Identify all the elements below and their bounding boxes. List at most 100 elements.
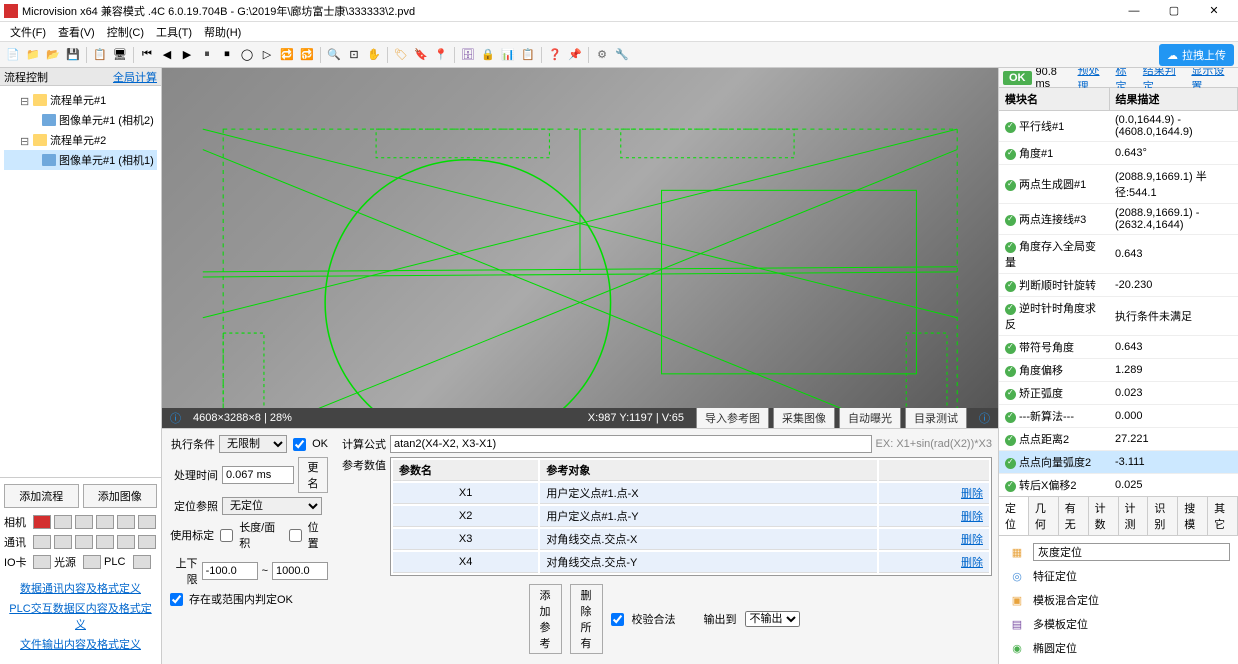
locate-item[interactable]: ▣模板混合定位 bbox=[1003, 588, 1234, 612]
result-table[interactable]: 模块名结果描述平行线#1(0.0,1644.9) - (4608.0,1644.… bbox=[999, 88, 1238, 496]
folder2-icon[interactable]: 📂 bbox=[44, 46, 62, 64]
tab[interactable]: 定位 bbox=[999, 497, 1029, 535]
list-icon[interactable]: 📋 bbox=[519, 46, 537, 64]
flow-tree[interactable]: ⊟流程单元#1图像单元#1 (相机2)⊟流程单元#2图像单元#1 (相机1) bbox=[0, 86, 161, 477]
config-link[interactable]: PLC交互数据区内容及格式定义 bbox=[4, 598, 157, 634]
add-flow-button[interactable]: 添加流程 bbox=[4, 484, 79, 508]
doc-icon[interactable]: 📋 bbox=[91, 46, 109, 64]
print-icon[interactable]: 🖥 bbox=[111, 46, 129, 64]
result-row[interactable]: 点点距离227.221 bbox=[999, 428, 1238, 451]
camera-swatch[interactable] bbox=[117, 515, 135, 529]
proc-time-input[interactable] bbox=[222, 466, 294, 484]
image-action-button[interactable]: 导入参考图 bbox=[696, 407, 769, 429]
tree-node-child[interactable]: 图像单元#1 (相机2) bbox=[4, 110, 157, 130]
result-row[interactable]: 逆时针时角度求反执行条件未满足 bbox=[999, 297, 1238, 336]
delete-link[interactable]: 删除 bbox=[961, 554, 983, 570]
image-action-button[interactable]: 自动曝光 bbox=[839, 407, 901, 429]
tab[interactable]: 有无 bbox=[1059, 497, 1089, 535]
check-valid-checkbox[interactable] bbox=[611, 613, 624, 626]
position-checkbox[interactable] bbox=[289, 529, 302, 542]
marker-icon[interactable]: 📌 bbox=[566, 46, 584, 64]
ok-checkbox[interactable] bbox=[293, 438, 306, 451]
camera-swatch[interactable] bbox=[75, 515, 93, 529]
result-row[interactable]: 角度存入全局变量0.643 bbox=[999, 235, 1238, 274]
help-icon[interactable]: ❓ bbox=[546, 46, 564, 64]
tab[interactable]: 几何 bbox=[1029, 497, 1059, 535]
rewind-icon[interactable]: ⏮ bbox=[138, 46, 156, 64]
expand-icon[interactable]: ⊟ bbox=[20, 135, 30, 145]
folder-icon[interactable]: 📁 bbox=[24, 46, 42, 64]
fit-icon[interactable]: ⊡ bbox=[345, 46, 363, 64]
drag-icon[interactable]: ✋ bbox=[365, 46, 383, 64]
param-row[interactable]: X1用户定义点#1.点-X删除 bbox=[393, 483, 989, 504]
result-row[interactable]: 带符号角度0.643 bbox=[999, 336, 1238, 359]
camera-swatch[interactable] bbox=[33, 515, 51, 529]
result-row[interactable]: 判断顺时针旋转-20.230 bbox=[999, 274, 1238, 297]
play2-icon[interactable]: ▷ bbox=[258, 46, 276, 64]
result-row[interactable]: 平行线#1(0.0,1644.9) - (4608.0,1644.9) bbox=[999, 111, 1238, 142]
upload-button[interactable]: ☁ 拉拽上传 bbox=[1159, 44, 1234, 66]
rename-button[interactable]: 更名 bbox=[298, 457, 328, 493]
loop-icon[interactable]: 🔁 bbox=[278, 46, 296, 64]
exec-cond-select[interactable]: 无限制 bbox=[219, 435, 287, 453]
chart-icon[interactable]: 📊 bbox=[499, 46, 517, 64]
light-swatch[interactable] bbox=[83, 555, 101, 569]
global-calc-link[interactable]: 全局计算 bbox=[113, 69, 157, 85]
result-row[interactable]: 两点连接线#3(2088.9,1669.1) - (2632.4,1644) bbox=[999, 204, 1238, 235]
result-row[interactable]: 角度#10.643° bbox=[999, 142, 1238, 165]
tab[interactable]: 搜模 bbox=[1178, 497, 1208, 535]
add-image-button[interactable]: 添加图像 bbox=[83, 484, 158, 508]
tab[interactable]: 计数 bbox=[1089, 497, 1119, 535]
len-area-checkbox[interactable] bbox=[220, 529, 233, 542]
locate-item[interactable]: ▤多模板定位 bbox=[1003, 612, 1234, 636]
result-row[interactable]: 点点向量弧度2-3.111 bbox=[999, 451, 1238, 474]
stop-icon[interactable]: ⏹ bbox=[218, 46, 236, 64]
delete-link[interactable]: 删除 bbox=[961, 485, 983, 501]
pause-icon[interactable]: ⏸ bbox=[198, 46, 216, 64]
menu-item[interactable]: 工具(T) bbox=[150, 22, 198, 42]
prev-icon[interactable]: ◀ bbox=[158, 46, 176, 64]
maximize-button[interactable]: ▢ bbox=[1154, 0, 1194, 22]
comm-swatch[interactable] bbox=[54, 535, 72, 549]
info2-icon[interactable]: ⓘ bbox=[979, 410, 990, 426]
locate-input[interactable] bbox=[1033, 543, 1230, 561]
config-link[interactable]: 数据通讯内容及格式定义 bbox=[4, 578, 157, 598]
menu-item[interactable]: 控制(C) bbox=[101, 22, 150, 42]
result-row[interactable]: 角度偏移1.289 bbox=[999, 359, 1238, 382]
close-button[interactable]: ✕ bbox=[1194, 0, 1234, 22]
comm-swatch[interactable] bbox=[75, 535, 93, 549]
comm-swatch[interactable] bbox=[33, 535, 51, 549]
camera-swatch[interactable] bbox=[96, 515, 114, 529]
save-icon[interactable]: 💾 bbox=[64, 46, 82, 64]
locate-item[interactable]: ◉椭圆定位 bbox=[1003, 636, 1234, 660]
expand-icon[interactable]: ⊟ bbox=[20, 95, 30, 105]
del-all-button[interactable]: 删除所有 bbox=[570, 584, 603, 654]
image-view[interactable] bbox=[162, 68, 998, 408]
tag-icon[interactable]: 🏷 bbox=[392, 46, 410, 64]
zoom-icon[interactable]: 🔍 bbox=[325, 46, 343, 64]
tag2-icon[interactable]: 🔖 bbox=[412, 46, 430, 64]
comm-swatch[interactable] bbox=[117, 535, 135, 549]
camera-swatch[interactable] bbox=[54, 515, 72, 529]
param-row[interactable]: X2用户定义点#1.点-Y删除 bbox=[393, 506, 989, 527]
result-row[interactable]: 两点生成圆#1(2088.9,1669.1) 半径:544.1 bbox=[999, 165, 1238, 204]
locate-gray-icon[interactable]: ▦ bbox=[1007, 543, 1027, 561]
add-ref-button[interactable]: 添加参考 bbox=[529, 584, 562, 654]
result-row[interactable]: 矫正弧度0.023 bbox=[999, 382, 1238, 405]
repeat-icon[interactable]: 🔂 bbox=[298, 46, 316, 64]
config-link[interactable]: 文件输出内容及格式定义 bbox=[4, 634, 157, 654]
result-row[interactable]: 转后X偏移20.025 bbox=[999, 474, 1238, 497]
pin-icon[interactable]: 📍 bbox=[432, 46, 450, 64]
circle-icon[interactable]: ◯ bbox=[238, 46, 256, 64]
formula-input[interactable] bbox=[390, 435, 872, 453]
limit-hi-input[interactable] bbox=[272, 562, 328, 580]
menu-item[interactable]: 查看(V) bbox=[52, 22, 101, 42]
tab[interactable]: 识别 bbox=[1148, 497, 1178, 535]
tree-node[interactable]: ⊟流程单元#1 bbox=[4, 90, 157, 110]
tab[interactable]: 计测 bbox=[1119, 497, 1149, 535]
in-range-checkbox[interactable] bbox=[170, 593, 183, 606]
delete-link[interactable]: 删除 bbox=[961, 508, 983, 524]
image-action-button[interactable]: 采集图像 bbox=[773, 407, 835, 429]
limit-lo-input[interactable] bbox=[202, 562, 258, 580]
gear-icon[interactable]: ⚙ bbox=[593, 46, 611, 64]
